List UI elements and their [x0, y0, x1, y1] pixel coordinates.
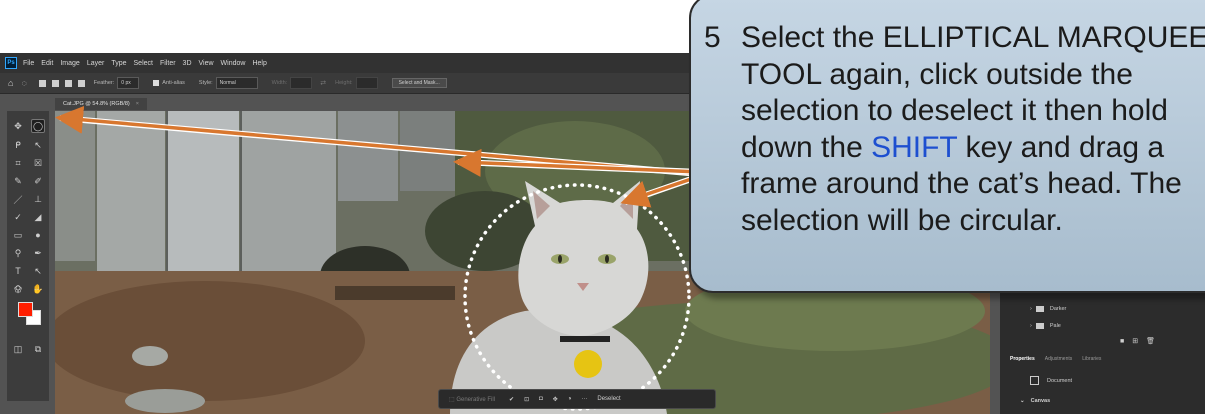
instruction-text: 5 Select the ELLIPTICAL MARQUEE TOOL agai…: [704, 20, 1205, 239]
instruction-line-3: selection to deselect it then hold: [741, 94, 1168, 127]
shift-key-label: SHIFT: [871, 130, 958, 164]
instruction-line-4: down the SHIFT key and drag a: [704, 130, 1205, 167]
instruction-line-1: 5 Select the ELLIPTICAL MARQUEE: [704, 20, 1205, 57]
instruction-line-1-text: Select the ELLIPTICAL MARQUEE: [741, 21, 1205, 54]
instruction-line-2: TOOL again, click outside the: [741, 57, 1133, 91]
instruction-line-4-pre: down the: [741, 130, 872, 164]
instruction-line-5: frame around the cat’s head. The: [741, 167, 1182, 200]
step-number: 5: [704, 21, 721, 54]
instruction-line-4-post: key and drag a: [957, 130, 1165, 164]
instruction-line-6: selection will be circular.: [741, 203, 1063, 237]
